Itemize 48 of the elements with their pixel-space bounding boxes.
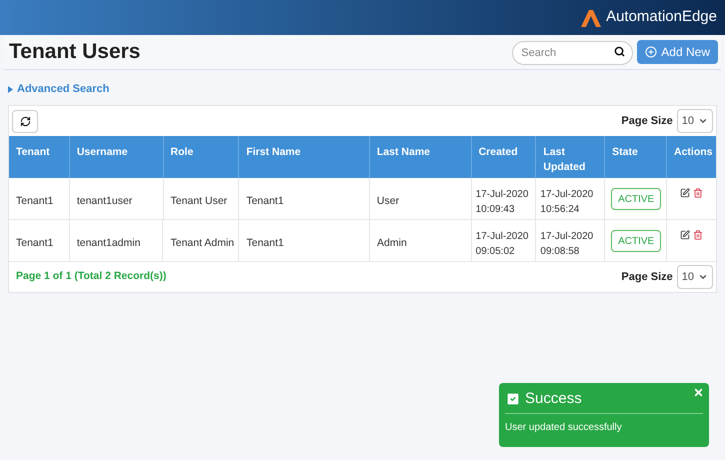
page-size-label: Page Size [621, 114, 673, 129]
table-cell-text: 17-Jul-2020 09:05:02 [476, 230, 528, 259]
chevron-down-icon [698, 272, 708, 282]
delete-icon[interactable] [693, 188, 704, 198]
page-size-select[interactable]: 10 [676, 109, 713, 133]
column-header: Last Name [376, 145, 431, 160]
table-cell: tenant1admin [76, 237, 140, 249]
refresh-button[interactable] [12, 110, 38, 132]
search-field[interactable]: Search [512, 40, 634, 64]
toast-title: Success [525, 389, 582, 409]
table-cell: Tenant1 [246, 195, 284, 207]
column-header: Created [478, 145, 519, 160]
state-badge: ACTIVE [611, 188, 662, 210]
table-cell: User [376, 195, 400, 207]
state-badge: ACTIVE [611, 230, 662, 252]
table-cell: Tenant Admin [170, 237, 234, 249]
table-cell-text: 17-Jul-2020 09:08:58 [540, 230, 594, 259]
logo-icon [580, 8, 602, 26]
column-header: Tenant [16, 145, 51, 160]
table-cell: Tenant1 [16, 195, 54, 207]
page-title: Tenant Users [9, 39, 140, 66]
caret-icon [8, 86, 13, 92]
column-header: First Name [246, 145, 302, 160]
table-cell: tenant1user [76, 195, 132, 207]
table-cell: Admin [377, 237, 407, 249]
search-icon [614, 46, 626, 56]
edit-icon[interactable] [680, 188, 690, 198]
column-header: Username [76, 145, 129, 160]
chevron-down-icon [698, 116, 708, 126]
table-cell: Tenant1 [16, 237, 54, 249]
column-header: Last Updated [543, 145, 586, 175]
table-cell-text: 17-Jul-2020 10:56:24 [540, 188, 594, 217]
pagination-info: Page 1 of 1 (Total 2 Record(s)) [16, 269, 166, 284]
refresh-icon [20, 116, 30, 126]
table-cell: Tenant User [170, 195, 228, 207]
table-cell-text: 17-Jul-2020 10:09:43 [476, 188, 528, 217]
column-header: Role [170, 145, 194, 160]
column-header: State [612, 145, 639, 160]
table-cell: Tenant1 [246, 237, 284, 249]
page-size-select[interactable]: 10 [676, 265, 713, 289]
close-icon[interactable] [693, 387, 704, 398]
check-icon [505, 391, 521, 408]
edit-icon[interactable] [680, 230, 690, 240]
toast-message: User updated successfully [505, 420, 623, 434]
brand-name: AutomationEdge [606, 7, 717, 28]
plus-circle-icon [645, 46, 658, 58]
page-size-label: Page Size [621, 270, 673, 285]
delete-icon[interactable] [693, 230, 704, 240]
